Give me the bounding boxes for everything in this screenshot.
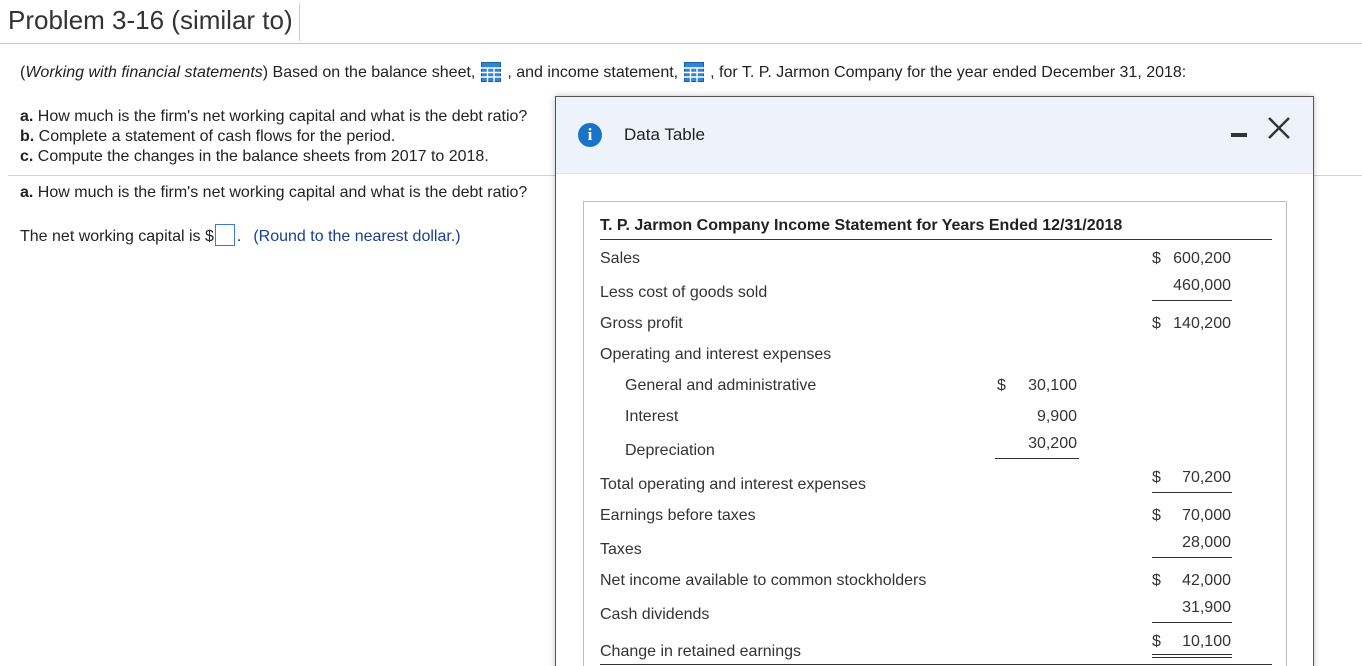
value-net-income: 42,000 <box>1182 572 1231 589</box>
statement-title: T. P. Jarmon Company Income Statement fo… <box>600 217 1123 234</box>
row-label-gross-profit: Gross profit <box>600 315 683 332</box>
row-label-net-income: Net income available to common stockhold… <box>600 572 927 589</box>
value-interest: 9,900 <box>1036 408 1077 425</box>
value-depreciation: 30,200 <box>1028 435 1077 452</box>
intro-italic: Working with financial statements <box>25 64 263 81</box>
value-ebt: 70,000 <box>1182 507 1231 524</box>
question-letter: c. <box>20 148 34 165</box>
value-retained-earnings: 10,100 <box>1182 633 1231 650</box>
value-ga: 30,100 <box>1028 377 1077 394</box>
question-c: c. Compute the changes in the balance sh… <box>20 147 527 167</box>
part-text: How much is the firm's net working capit… <box>37 184 528 201</box>
problem-title: Problem 3-16 (similar to) <box>8 3 300 41</box>
underline <box>1152 492 1232 493</box>
question-list: a. How much is the firm's net working ca… <box>20 107 527 167</box>
modal-title: Data Table <box>624 125 705 144</box>
intro-text: (Working with financial statements) Base… <box>20 62 1186 87</box>
row-label-ebt: Earnings before taxes <box>600 507 756 524</box>
row-label-interest: Interest <box>625 408 679 425</box>
income-statement-table: T. P. Jarmon Company Income Statement fo… <box>583 201 1287 666</box>
title-underline <box>600 239 1272 240</box>
double-underline <box>1152 654 1232 658</box>
minimize-button[interactable] <box>1231 133 1247 137</box>
close-icon <box>1268 117 1290 139</box>
intro-end: , for T. P. Jarmon Company for the year … <box>710 64 1187 81</box>
question-text: Compute the changes in the balance sheet… <box>37 148 489 165</box>
part-a-heading: a. How much is the firm's net working ca… <box>20 184 527 202</box>
row-label-cogs: Less cost of goods sold <box>600 284 768 301</box>
underline <box>1152 300 1232 301</box>
dollar-sign: $ <box>1152 507 1161 524</box>
value-total-opex: 70,200 <box>1182 469 1231 486</box>
close-button[interactable] <box>1265 113 1293 143</box>
dollar-sign: $ <box>1152 469 1161 486</box>
intro-and: , and income statement, <box>507 64 679 81</box>
nwc-label: The net working capital is $ <box>20 228 214 245</box>
dollar-sign: $ <box>997 377 1006 394</box>
value-gross-profit: 140,200 <box>1173 315 1231 332</box>
row-label-total-opex: Total operating and interest expenses <box>600 476 866 493</box>
dollar-sign: $ <box>1152 250 1161 267</box>
question-b: b. Complete a statement of cash flows fo… <box>20 127 527 147</box>
underline <box>1152 557 1232 558</box>
nwc-period: . <box>236 228 242 245</box>
value-dividends: 31,900 <box>1182 599 1231 616</box>
title-bar: Problem 3-16 (similar to) <box>0 0 1362 44</box>
question-letter: a. <box>20 108 34 125</box>
net-working-capital-row: The net working capital is $. (Round to t… <box>20 224 461 246</box>
income-statement-grid-icon[interactable] <box>684 62 705 87</box>
balance-sheet-grid-icon[interactable] <box>481 62 502 87</box>
question-letter: b. <box>20 128 35 145</box>
data-table-modal: i Data Table T. P. Jarmon Company Income… <box>555 96 1314 666</box>
question-text: Complete a statement of cash flows for t… <box>38 128 396 145</box>
question-a: a. How much is the firm's net working ca… <box>20 107 527 127</box>
dollar-sign: $ <box>1152 315 1161 332</box>
dollar-sign: $ <box>1152 572 1161 589</box>
rounding-hint: (Round to the nearest dollar.) <box>253 228 461 245</box>
row-label-sales: Sales <box>600 250 641 267</box>
row-label-retained-earnings: Change in retained earnings <box>600 643 802 660</box>
modal-header[interactable]: i Data Table <box>556 97 1313 174</box>
value-taxes: 28,000 <box>1182 534 1231 551</box>
row-label-dividends: Cash dividends <box>600 606 710 623</box>
value-sales: 600,200 <box>1173 250 1231 267</box>
row-label-depreciation: Depreciation <box>625 442 715 459</box>
question-text: How much is the firm's net working capit… <box>37 108 528 125</box>
underline <box>995 458 1079 459</box>
part-letter: a. <box>20 184 34 201</box>
net-working-capital-input[interactable] <box>214 224 235 246</box>
row-label-ga: General and administrative <box>625 377 817 394</box>
intro-mid: ) Based on the balance sheet, <box>262 64 476 81</box>
info-icon: i <box>578 123 602 147</box>
row-label-taxes: Taxes <box>600 541 642 558</box>
underline <box>1152 622 1232 623</box>
row-label-opex-header: Operating and interest expenses <box>600 346 832 363</box>
value-cogs: 460,000 <box>1173 277 1231 294</box>
table-bottom-rule <box>600 664 1272 665</box>
dollar-sign: $ <box>1152 633 1161 650</box>
